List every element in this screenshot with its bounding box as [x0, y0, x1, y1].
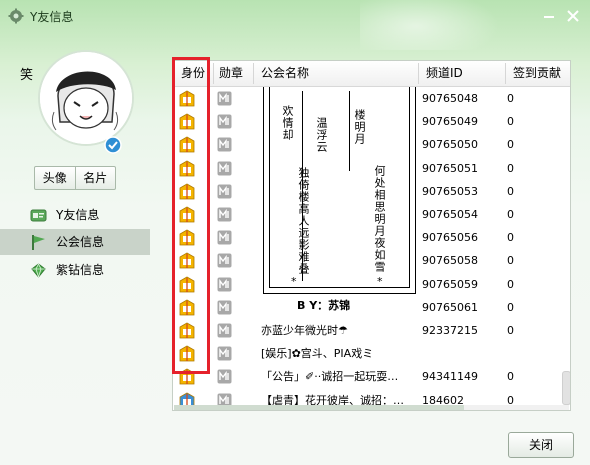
- guild-info-window: Y友信息 笑 头像 名片 Y友信息 公会信息 紫钻信息 身份 勋章 公会名称 频…: [0, 0, 590, 465]
- channel-id-cell: 90765048: [422, 92, 478, 105]
- sidebar-item-label: 紫钻信息: [56, 263, 105, 277]
- verified-badge-icon: [104, 136, 122, 154]
- contribution-cell: 0: [507, 254, 514, 268]
- medal-icon: [217, 161, 232, 176]
- medal-icon: [217, 207, 232, 222]
- contribution-cell: 0: [507, 231, 514, 245]
- art-star-right: *: [377, 275, 383, 288]
- identity-icon: [179, 229, 195, 246]
- medal-icon: [217, 323, 232, 338]
- close-icon[interactable]: [563, 6, 583, 26]
- identity-icon: [179, 113, 195, 130]
- avatar-image: [40, 52, 132, 144]
- medal-icon: [217, 91, 232, 106]
- art-star-left: *: [291, 275, 297, 288]
- column-header-identity[interactable]: 身份: [181, 61, 211, 86]
- close-button[interactable]: 关闭: [508, 432, 574, 458]
- column-header-guild-name[interactable]: 公会名称: [261, 61, 411, 86]
- channel-id-cell: 94341149: [422, 370, 478, 384]
- horizontal-scrollbar-thumb[interactable]: [174, 405, 464, 410]
- window-title: Y友信息: [30, 10, 74, 24]
- column-header-checkin-contribution[interactable]: 签到贡献: [513, 61, 569, 86]
- identity-icon: [179, 276, 195, 292]
- identity-icon: [179, 90, 195, 107]
- diamond-icon: [31, 263, 46, 279]
- contribution-cell: 0: [507, 324, 514, 337]
- sidebar-item-purple-diamond-info[interactable]: 紫钻信息: [0, 257, 150, 283]
- channel-id-cell: 90765049: [422, 115, 478, 129]
- contribution-cell: 0: [507, 92, 514, 105]
- contribution-cell: 0: [507, 161, 514, 175]
- table-header: 身份 勋章 公会名称 频道ID 签到贡献: [173, 61, 570, 87]
- channel-id-cell: 90765056: [422, 231, 478, 245]
- medal-icon: [217, 277, 232, 292]
- contribution-cell: [507, 342, 547, 365]
- channel-id-cell: [422, 342, 502, 365]
- column-header-channel-id[interactable]: 频道ID: [426, 61, 496, 86]
- gear-icon: [8, 8, 24, 24]
- channel-id-cell: 90765061: [422, 300, 478, 314]
- contribution-cell: 0: [507, 208, 514, 221]
- guild-name-art: * * 欢情却 温浮云 独倚楼高人远影难叠 楼明月 何处相思明月夜如雪 B Y：…: [257, 87, 417, 323]
- id-card-icon: [30, 209, 47, 222]
- identity-icon: [179, 252, 195, 269]
- sidebar-item-label: Y友信息: [56, 208, 100, 222]
- medal-icon: [217, 184, 232, 199]
- identity-icon: [179, 206, 195, 223]
- table-row[interactable]: 「公告」✐··诚招一起玩耍… 94341149 0: [173, 365, 570, 388]
- vertical-scrollbar-thumb[interactable]: [562, 371, 570, 405]
- flag-icon: [32, 235, 45, 250]
- guild-name-cell: [娱乐]✿宫斗、PIA戏ミ: [261, 347, 374, 361]
- sidebar-item-guild-info[interactable]: 公会信息: [0, 229, 150, 255]
- identity-icon: [179, 345, 195, 362]
- art-column: 楼明月: [353, 109, 366, 145]
- medal-icon: [217, 137, 232, 152]
- art-column: 欢情却: [281, 105, 294, 141]
- art-signature: B Y：苏锦: [297, 299, 351, 312]
- identity-icon: [179, 136, 195, 153]
- medal-icon: [217, 114, 232, 129]
- avatar-caption: 笑: [20, 68, 34, 83]
- contribution-cell: 0: [507, 370, 514, 384]
- identity-icon: [179, 368, 195, 385]
- medal-icon: [217, 346, 232, 361]
- contribution-cell: 0: [507, 277, 514, 291]
- table-row[interactable]: [娱乐]✿宫斗、PIA戏ミ: [173, 342, 570, 365]
- identity-icon: [179, 322, 195, 339]
- profile-tabs: 头像 名片: [34, 166, 116, 190]
- art-column: 独倚楼高人远影难叠: [297, 167, 310, 275]
- column-header-medal[interactable]: 勋章: [219, 61, 251, 86]
- contribution-cell: 0: [507, 300, 514, 314]
- medal-icon: [217, 369, 232, 384]
- card-tab-button[interactable]: 名片: [74, 167, 116, 189]
- channel-id-cell: 90765058: [422, 254, 478, 268]
- art-column: 温浮云: [315, 117, 328, 153]
- avatar[interactable]: [38, 50, 134, 146]
- channel-id-cell: 90765054: [422, 208, 478, 221]
- channel-id-cell: 90765051: [422, 161, 478, 175]
- identity-icon: [179, 299, 195, 316]
- channel-id-cell: 90765050: [422, 138, 478, 152]
- identity-icon: [179, 183, 195, 200]
- contribution-cell: 0: [507, 138, 514, 152]
- guild-table: 身份 勋章 公会名称 频道ID 签到贡献 90765048 0 90765049 0 9…: [172, 60, 571, 411]
- channel-id-cell: 92337215: [422, 324, 478, 337]
- sidebar-item-y-friend-info[interactable]: Y友信息: [0, 202, 150, 228]
- identity-icon: [179, 160, 195, 176]
- art-column: 何处相思明月夜如雪: [373, 165, 386, 273]
- contribution-cell: 0: [507, 115, 514, 129]
- medal-icon: [217, 300, 232, 315]
- minimize-icon[interactable]: [539, 6, 559, 26]
- guild-name-cell: 「公告」✐··诚招一起玩耍…: [261, 370, 399, 384]
- title-bar: Y友信息: [0, 0, 590, 32]
- horizontal-scrollbar[interactable]: [174, 405, 569, 410]
- channel-id-cell: 90765059: [422, 277, 478, 291]
- sidebar-item-label: 公会信息: [56, 235, 105, 249]
- avatar-tab-button[interactable]: 头像: [35, 167, 75, 189]
- medal-icon: [217, 230, 232, 245]
- channel-id-cell: 90765053: [422, 184, 478, 198]
- medal-icon: [217, 253, 232, 268]
- contribution-cell: 0: [507, 184, 514, 198]
